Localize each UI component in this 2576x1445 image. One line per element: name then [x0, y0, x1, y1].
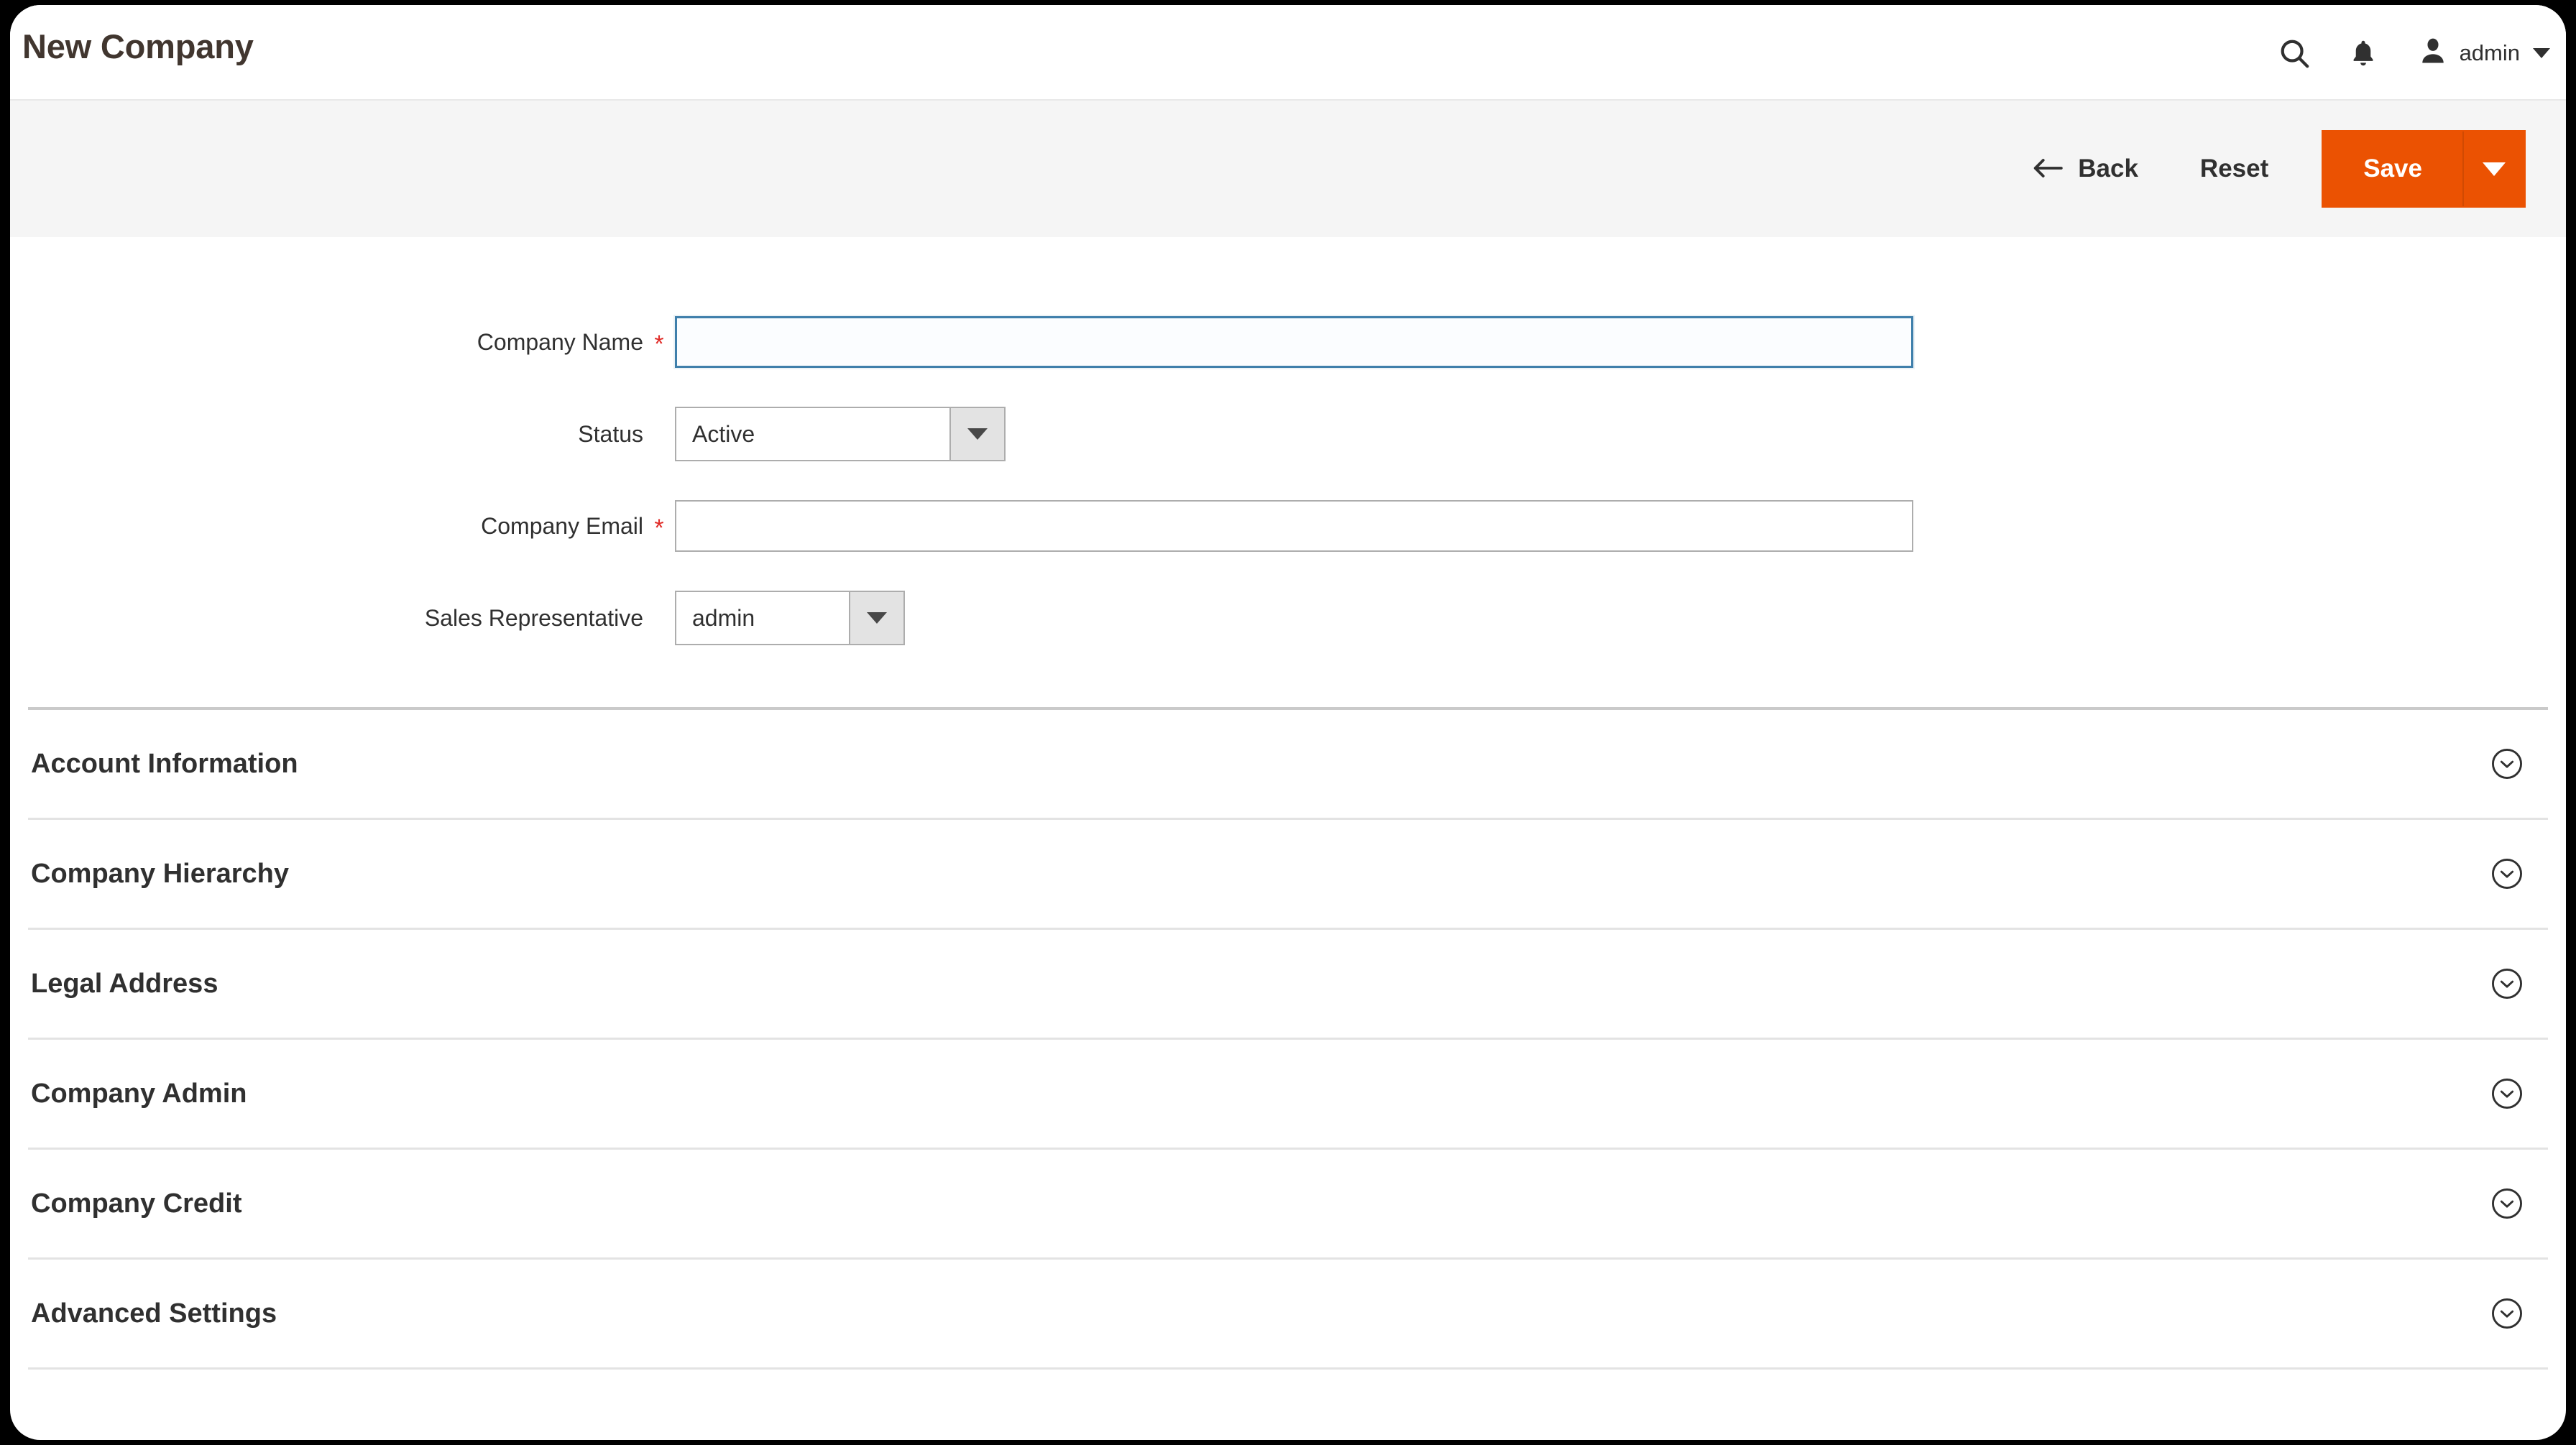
status-select-arrow[interactable]: [949, 408, 1004, 460]
admin-page: New Company admin Back Reset Save Compan…: [10, 5, 2566, 1440]
save-button[interactable]: Save: [2323, 131, 2464, 206]
user-name-label: admin: [2459, 40, 2520, 65]
chevron-down-circle-icon[interactable]: [2490, 967, 2524, 1000]
sales-representative-select-arrow[interactable]: [849, 592, 903, 644]
caret-down-icon: [2483, 162, 2506, 176]
user-menu[interactable]: admin: [2398, 5, 2550, 101]
page-title: New Company: [22, 27, 254, 65]
section-title: Account Information: [31, 748, 298, 779]
field-label-company-email: Company Email: [481, 512, 643, 539]
section-legal-address[interactable]: Legal Address: [28, 930, 2548, 1040]
arrow-left-icon: [2032, 156, 2064, 183]
chevron-down-icon: [2533, 47, 2550, 58]
notifications-button[interactable]: [2329, 5, 2398, 101]
field-control-status: Active: [675, 407, 1006, 461]
page-content: Company Name * Status Active Company Ema…: [10, 237, 2566, 1370]
chevron-down-circle-icon[interactable]: [2490, 1187, 2524, 1220]
search-icon: [2278, 37, 2311, 70]
company-base-fieldset: Company Name * Status Active Company Ema…: [28, 237, 2548, 710]
chevron-down-circle-icon[interactable]: [2490, 747, 2524, 780]
field-label-status: Status: [578, 420, 643, 447]
field-label-company-name: Company Name: [477, 328, 643, 355]
section-title: Company Admin: [31, 1078, 247, 1109]
field-control-company-name: [675, 316, 1913, 368]
section-title: Company Hierarchy: [31, 858, 290, 889]
company-email-input[interactable]: [675, 500, 1913, 552]
user-avatar-icon: [2418, 36, 2448, 70]
field-control-sales-representative: admin: [675, 591, 905, 645]
search-button[interactable]: [2260, 5, 2329, 101]
collapsible-sections: Account Information Company Hierarchy Le…: [28, 710, 2548, 1370]
company-name-input[interactable]: [675, 316, 1913, 368]
back-button-label: Back: [2078, 154, 2138, 183]
save-options-button[interactable]: [2464, 131, 2524, 206]
back-button[interactable]: Back: [2003, 154, 2167, 183]
chevron-down-circle-icon[interactable]: [2490, 1077, 2524, 1110]
field-row-status: Status Active: [28, 407, 2548, 461]
field-row-sales-representative: Sales Representative admin: [28, 591, 2548, 645]
required-marker-company-email: *: [654, 514, 664, 542]
chevron-down-circle-icon[interactable]: [2490, 1297, 2524, 1330]
chevron-down-circle-icon[interactable]: [2490, 857, 2524, 890]
field-row-company-name: Company Name *: [28, 316, 2548, 368]
field-row-company-email: Company Email *: [28, 500, 2548, 552]
section-advanced-settings[interactable]: Advanced Settings: [28, 1260, 2548, 1370]
reset-button[interactable]: Reset: [2167, 154, 2301, 183]
save-split-button: Save: [2322, 130, 2526, 208]
field-label-sales-representative: Sales Representative: [424, 604, 643, 631]
section-title: Advanced Settings: [31, 1298, 277, 1329]
sales-representative-select[interactable]: admin: [675, 591, 905, 645]
header-actions: admin: [2260, 5, 2550, 101]
section-title: Legal Address: [31, 968, 218, 999]
section-company-admin[interactable]: Company Admin: [28, 1040, 2548, 1150]
required-marker-company-name: *: [654, 331, 664, 358]
bell-icon: [2347, 37, 2379, 69]
action-toolbar: Back Reset Save: [10, 101, 2566, 237]
status-select[interactable]: Active: [675, 407, 1006, 461]
caret-down-icon: [867, 612, 887, 624]
caret-down-icon: [967, 428, 988, 440]
section-company-hierarchy[interactable]: Company Hierarchy: [28, 820, 2548, 930]
status-select-value: Active: [692, 420, 755, 447]
toolbar-buttons: Back Reset Save: [2003, 101, 2526, 237]
window-bezel: New Company admin Back Reset Save Compan…: [0, 0, 2576, 1445]
sales-representative-select-value: admin: [692, 604, 755, 631]
page-header: New Company admin: [10, 5, 2566, 101]
section-account-information[interactable]: Account Information: [28, 710, 2548, 820]
section-company-credit[interactable]: Company Credit: [28, 1150, 2548, 1260]
field-control-company-email: [675, 500, 1913, 552]
section-title: Company Credit: [31, 1188, 242, 1219]
